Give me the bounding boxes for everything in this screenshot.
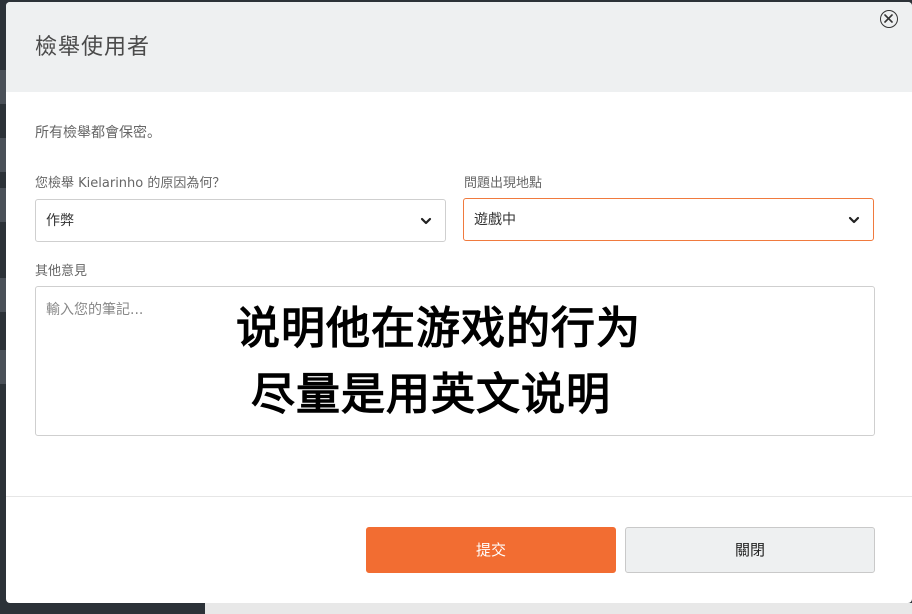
location-selected-value: 遊戲中 bbox=[474, 212, 516, 228]
location-label: 問題出現地點 bbox=[464, 176, 543, 191]
close-button[interactable]: 關閉 bbox=[625, 527, 875, 573]
background-footer bbox=[205, 603, 912, 614]
chevron-down-icon bbox=[420, 217, 432, 225]
chevron-down-icon bbox=[848, 216, 860, 224]
footer-divider bbox=[6, 496, 912, 497]
reason-selected-value: 作弊 bbox=[46, 213, 74, 229]
comments-placeholder: 輸入您的筆記... bbox=[46, 302, 144, 318]
reason-label: 您檢舉 Kielarinho 的原因為何？ bbox=[35, 176, 226, 191]
annotation-overlay-line-2: 尽量是用英文说明 bbox=[251, 369, 611, 420]
reason-select[interactable]: 作弊 bbox=[35, 199, 446, 242]
close-x-glyph bbox=[884, 14, 893, 23]
submit-button[interactable]: 提交 bbox=[366, 527, 616, 573]
privacy-note: 所有檢舉都會保密。 bbox=[35, 125, 161, 141]
annotation-overlay-line-1: 说明他在游戏的行为 bbox=[236, 303, 641, 354]
modal-header: 檢舉使用者 bbox=[6, 2, 912, 92]
location-select[interactable]: 遊戲中 bbox=[463, 198, 874, 241]
report-user-modal: 檢舉使用者 所有檢舉都會保密。 您檢舉 Kielarinho 的原因為何？ 作弊… bbox=[6, 2, 912, 603]
close-icon[interactable] bbox=[880, 10, 898, 28]
comments-label: 其他意見 bbox=[35, 264, 88, 279]
modal-title: 檢舉使用者 bbox=[35, 35, 151, 60]
